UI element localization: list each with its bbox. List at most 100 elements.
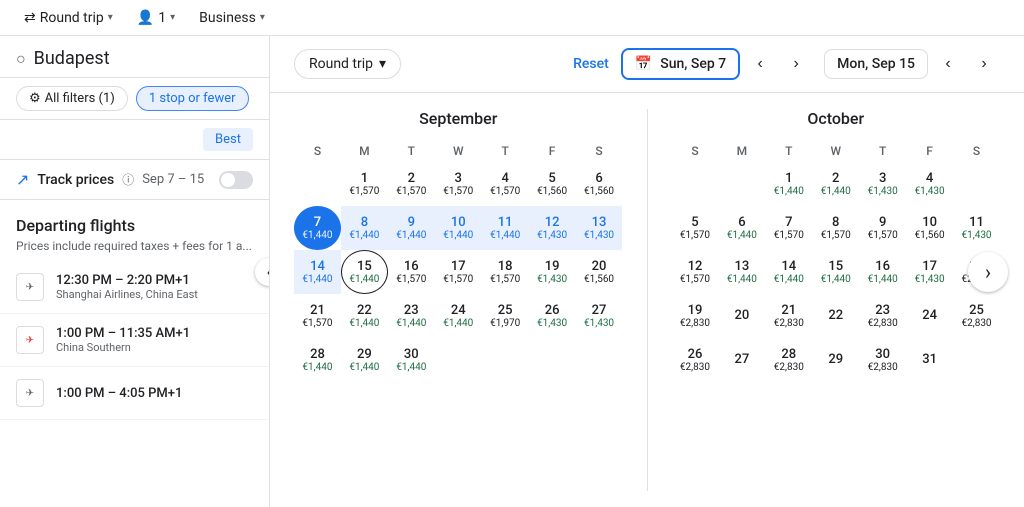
cal-day-oct1[interactable]: 1€1,440 (765, 162, 812, 206)
cal-day-sep13[interactable]: 13€1,430 (576, 206, 623, 250)
cal-day-oct11[interactable]: 11€1,430 (953, 206, 1000, 250)
flight-item[interactable]: ✈ 12:30 PM – 2:20 PM+1 Shanghai Airlines… (0, 261, 269, 314)
cal-day-oct9[interactable]: 9€1,570 (859, 206, 906, 250)
cal-day-sep6[interactable]: 6€1,560 (576, 162, 623, 206)
cal-day-oct20[interactable]: 20 (718, 294, 765, 338)
day-header-s: S (294, 140, 341, 162)
cal-day-sep17[interactable]: 17€1,570 (435, 250, 482, 294)
cal-day-sep11[interactable]: 11€1,440 (482, 206, 529, 250)
flight-item[interactable]: ✈ 1:00 PM – 4:05 PM+1 (0, 367, 269, 420)
cal-day-sep14[interactable]: 14€1,440 (294, 250, 341, 294)
cal-day-oct25[interactable]: 25€2,830 (953, 294, 1000, 338)
cal-day-sep12[interactable]: 12€1,430 (529, 206, 576, 250)
airline-logo: ✈ (16, 273, 44, 301)
cal-day-oct13[interactable]: 13€1,440 (718, 250, 765, 294)
cal-day-oct22[interactable]: 22 (812, 294, 859, 338)
cal-day-oct28[interactable]: 28€2,830 (765, 338, 812, 382)
cal-day-oct16[interactable]: 16€1,440 (859, 250, 906, 294)
day-header-s: S (672, 140, 719, 162)
trip-type-selector[interactable]: ⇄ Round trip ▾ (16, 6, 121, 30)
calendar-header: Round trip ▾ Reset 📅 Sun, Sep 7 ‹ › Mon,… (270, 36, 1024, 93)
cal-day-oct4[interactable]: 4€1,430 (906, 162, 953, 206)
day-header-w: W (812, 140, 859, 162)
track-info-icon: ⓘ (122, 171, 134, 188)
departure-next-button[interactable]: › (780, 48, 812, 80)
cal-day-oct29[interactable]: 29 (812, 338, 859, 382)
return-next-button[interactable]: › (968, 48, 1000, 80)
track-prices-toggle[interactable] (219, 171, 253, 189)
cabin-selector[interactable]: Business ▾ (191, 6, 273, 30)
cal-day-oct12[interactable]: 12€1,570 (672, 250, 719, 294)
cal-day-oct23[interactable]: 23€2,830 (859, 294, 906, 338)
cal-day-sep15[interactable]: 15€1,440 (341, 250, 388, 294)
cal-day-sep18[interactable]: 18€1,570 (482, 250, 529, 294)
flight-item[interactable]: ✈ 1:00 PM – 11:35 AM+1 China Southern (0, 314, 269, 367)
cal-day-sep3[interactable]: 3€1,570 (435, 162, 482, 206)
return-date-display[interactable]: Mon, Sep 15 (824, 49, 928, 79)
cal-day-sep21[interactable]: 21€1,570 (294, 294, 341, 338)
cal-day-oct7[interactable]: 7€1,570 (765, 206, 812, 250)
cal-day-sep28[interactable]: 28€1,440 (294, 338, 341, 382)
cal-empty (529, 338, 576, 382)
airline-logo: ✈ (16, 326, 44, 354)
cal-day-oct6[interactable]: 6€1,440 (718, 206, 765, 250)
day-header-f: F (529, 140, 576, 162)
cal-day-oct30[interactable]: 30€2,830 (859, 338, 906, 382)
departure-date-text: Sun, Sep 7 (660, 56, 726, 72)
cal-day-sep23[interactable]: 23€1,440 (388, 294, 435, 338)
return-prev-button[interactable]: ‹ (932, 48, 964, 80)
cal-day-oct8[interactable]: 8€1,570 (812, 206, 859, 250)
calendar-trip-selector[interactable]: Round trip ▾ (294, 49, 401, 79)
cal-day-oct10[interactable]: 10€1,560 (906, 206, 953, 250)
cal-day-sep29[interactable]: 29€1,440 (341, 338, 388, 382)
track-dates: Sep 7 – 15 (142, 172, 204, 187)
cal-day-oct5[interactable]: 5€1,570 (672, 206, 719, 250)
cal-day-oct27[interactable]: 27 (718, 338, 765, 382)
cal-day-sep26[interactable]: 26€1,430 (529, 294, 576, 338)
cal-day-sep2[interactable]: 2€1,570 (388, 162, 435, 206)
flight-airline: China Southern (56, 341, 253, 354)
cal-day-oct21[interactable]: 21€2,830 (765, 294, 812, 338)
cal-day-sep4[interactable]: 4€1,570 (482, 162, 529, 206)
day-header-t2: T (859, 140, 906, 162)
cal-day-oct3[interactable]: 3€1,430 (859, 162, 906, 206)
reset-button[interactable]: Reset (573, 56, 609, 72)
cal-day-sep7[interactable]: 7€1,440 (294, 206, 341, 250)
cal-day-oct17[interactable]: 17€1,430 (906, 250, 953, 294)
flight-list: ✈ 12:30 PM – 2:20 PM+1 Shanghai Airlines… (0, 261, 269, 507)
cal-day-sep30[interactable]: 30€1,440 (388, 338, 435, 382)
cal-day-sep22[interactable]: 22€1,440 (341, 294, 388, 338)
cal-day-sep20[interactable]: 20€1,560 (576, 250, 623, 294)
cal-day-sep8[interactable]: 8€1,440 (341, 206, 388, 250)
stops-filter-chip[interactable]: 1 stop or fewer (136, 86, 249, 111)
passengers-chevron: ▾ (170, 12, 175, 23)
cal-day-oct31[interactable]: 31 (906, 338, 953, 382)
cal-day-sep25[interactable]: 25€1,970 (482, 294, 529, 338)
cal-day-oct2[interactable]: 2€1,440 (812, 162, 859, 206)
departure-date-nav: 📅 Sun, Sep 7 ‹ › (621, 48, 812, 80)
all-filters-chip[interactable]: ⚙ All filters (1) (16, 86, 128, 111)
cal-day-sep24[interactable]: 24€1,440 (435, 294, 482, 338)
cal-day-oct14[interactable]: 14€1,440 (765, 250, 812, 294)
cal-day-oct15[interactable]: 15€1,440 (812, 250, 859, 294)
september-grid: S M T W T F S 1€1,570 2€1,570 3€1,570 4€… (294, 140, 623, 382)
cal-day-sep27[interactable]: 27€1,430 (576, 294, 623, 338)
cal-day-sep19[interactable]: 19€1,430 (529, 250, 576, 294)
cal-day-sep1[interactable]: 1€1,570 (341, 162, 388, 206)
passengers-selector[interactable]: 👤 1 ▾ (129, 6, 183, 30)
passengers-label: 1 (158, 10, 166, 26)
departure-date-display[interactable]: 📅 Sun, Sep 7 (621, 48, 740, 80)
cal-day-sep16[interactable]: 16€1,570 (388, 250, 435, 294)
sort-label[interactable]: Best (203, 128, 253, 151)
calendar-next-button[interactable]: › (968, 252, 1008, 292)
departure-prev-button[interactable]: ‹ (744, 48, 776, 80)
cal-day-oct24[interactable]: 24 (906, 294, 953, 338)
cal-day-sep10[interactable]: 10€1,440 (435, 206, 482, 250)
cal-day-sep9[interactable]: 9€1,440 (388, 206, 435, 250)
cal-day-oct26[interactable]: 26€2,830 (672, 338, 719, 382)
october-calendar: October S M T W T F S 1€1,440 2€1,440 3€… (648, 93, 1024, 507)
cal-day-sep5[interactable]: 5€1,560 (529, 162, 576, 206)
flight-times: 12:30 PM – 2:20 PM+1 (56, 273, 253, 288)
trip-type-chevron: ▾ (108, 12, 113, 23)
cal-day-oct19[interactable]: 19€2,830 (672, 294, 719, 338)
